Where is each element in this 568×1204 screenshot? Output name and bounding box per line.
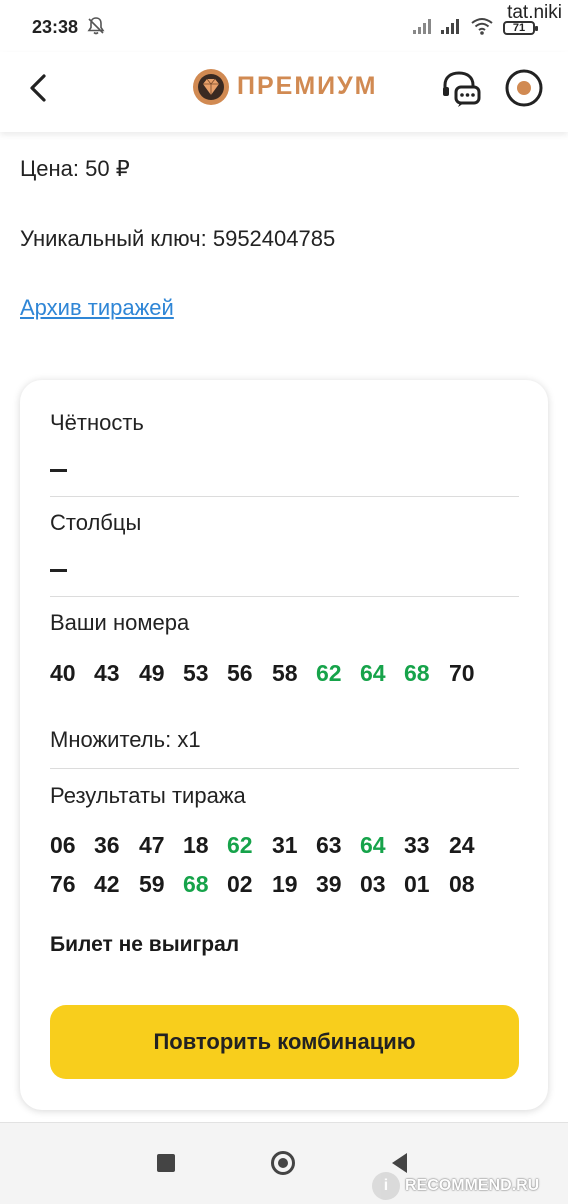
- matched-number: 62: [316, 660, 342, 686]
- matched-number: 64: [360, 832, 386, 858]
- chat-headset-icon[interactable]: [440, 70, 482, 108]
- divider: [50, 596, 519, 597]
- lottery-number: 31: [272, 832, 298, 858]
- lottery-number: 42: [94, 871, 120, 897]
- ticket-content: Цена: 50 ₽ Уникальный ключ: 5952404785 А…: [0, 132, 568, 1122]
- signal-icon-2: [441, 19, 459, 34]
- lottery-number: 01: [404, 871, 430, 897]
- matched-number: 62: [227, 832, 253, 858]
- ticket-result-status: Билет не выиграл: [50, 933, 240, 956]
- lottery-number: 49: [139, 660, 165, 686]
- lottery-number: 08: [449, 871, 475, 897]
- parity-value-dash: [50, 469, 67, 472]
- lottery-number: 36: [94, 832, 120, 858]
- recommend-watermark: i RECOMMEND.RU: [372, 1168, 539, 1204]
- recommend-logo-icon: i: [372, 1172, 400, 1200]
- recents-button[interactable]: [157, 1154, 175, 1172]
- status-bar: 23:38 71 tat.niki: [0, 0, 568, 52]
- recommend-watermark-text: RECOMMEND.RU: [405, 1177, 540, 1194]
- signal-icon: [413, 19, 431, 34]
- columns-label: Столбцы: [50, 510, 142, 535]
- status-time: 23:38: [32, 17, 79, 37]
- lottery-number: 06: [50, 832, 76, 858]
- lottery-number: 58: [272, 660, 298, 686]
- home-button[interactable]: [271, 1151, 295, 1175]
- lottery-number: 18: [183, 832, 209, 858]
- your-numbers-label: Ваши номера: [50, 610, 190, 635]
- lottery-number: 33: [404, 832, 430, 858]
- wifi-icon: [471, 18, 493, 35]
- app-header: ПРЕМИУМ: [0, 52, 568, 132]
- divider: [50, 768, 519, 769]
- lottery-number: 19: [272, 871, 298, 897]
- brand-logo-text: ПРЕМИУМ: [237, 72, 378, 100]
- lottery-number: 63: [316, 832, 342, 858]
- matched-number: 68: [404, 660, 430, 686]
- parity-label: Чётность: [50, 410, 144, 435]
- lottery-number: 53: [183, 660, 209, 686]
- back-button[interactable]: [20, 68, 56, 108]
- lottery-number: 43: [94, 660, 120, 686]
- ticket-card: Чётность Столбцы Ваши номера 40 43 49 53 56 5…: [20, 380, 548, 1110]
- repeat-combination-button[interactable]: Повторить комбинацию: [50, 1005, 519, 1079]
- watermark-username: tat.niki: [507, 2, 562, 23]
- multiplier: Множитель: x1: [50, 727, 201, 752]
- columns-value-dash: [50, 569, 67, 572]
- lottery-number: 39: [316, 871, 342, 897]
- lottery-number: 76: [50, 871, 76, 897]
- lottery-number: 59: [139, 871, 165, 897]
- lottery-number: 70: [449, 660, 475, 686]
- draw-archive-link[interactable]: Архив тиражей: [20, 295, 174, 321]
- profile-ring-icon[interactable]: [504, 68, 544, 108]
- draw-results-label: Результаты тиража: [50, 783, 246, 808]
- lottery-number: 47: [139, 832, 165, 858]
- divider: [50, 496, 519, 497]
- matched-number: 64: [360, 660, 386, 686]
- lottery-number: 03: [360, 871, 386, 897]
- matched-number: 68: [183, 871, 209, 897]
- gem-icon: [193, 69, 229, 105]
- ticket-unique-key: Уникальный ключ: 5952404785: [20, 226, 336, 251]
- lottery-number: 02: [227, 871, 253, 897]
- lottery-number: 56: [227, 660, 253, 686]
- notifications-off-icon: [87, 17, 105, 35]
- lottery-number: 24: [449, 832, 475, 858]
- lottery-number: 40: [50, 660, 76, 686]
- ticket-price: Цена: 50 ₽: [20, 156, 130, 181]
